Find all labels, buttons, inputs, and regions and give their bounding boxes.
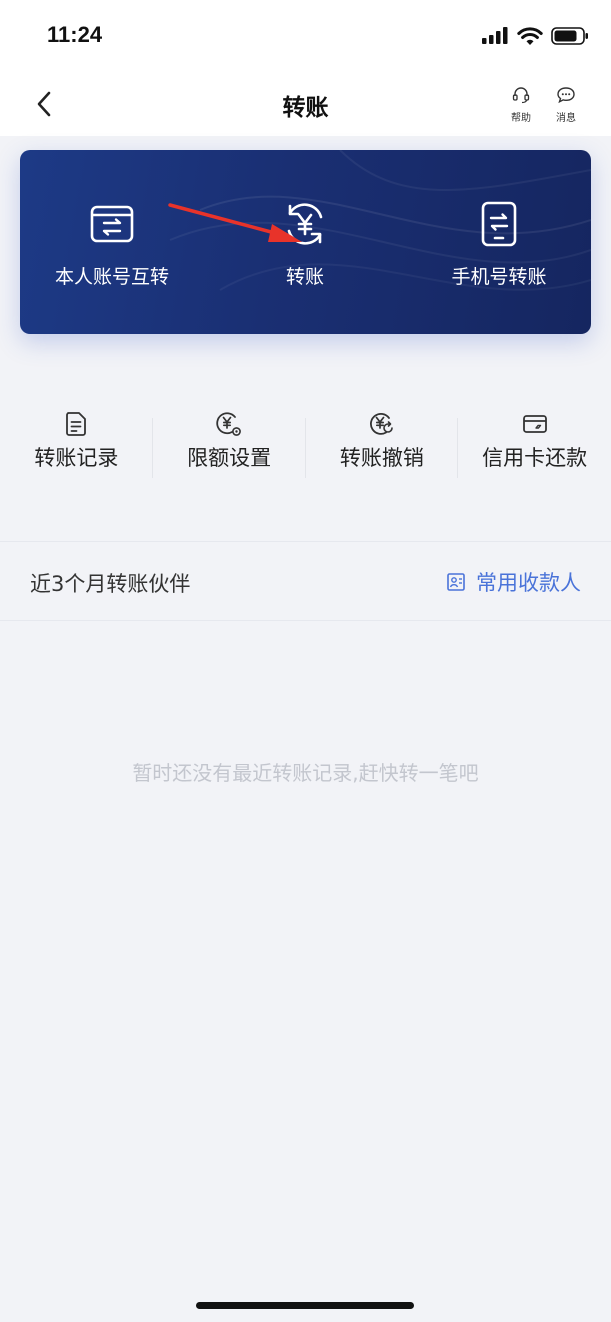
help-label: 帮助 xyxy=(511,113,531,124)
transfer-revoke-label: 转账撤销 xyxy=(339,446,424,470)
signal-icon xyxy=(482,27,508,44)
document-icon xyxy=(66,412,87,436)
headset-icon xyxy=(512,87,530,104)
status-time: 11:24 xyxy=(47,22,103,47)
yuan-undo-icon xyxy=(369,413,393,435)
home-indicator[interactable] xyxy=(196,1302,414,1309)
section-divider xyxy=(0,620,611,621)
own-account-transfer-button[interactable]: 本人账号互转 xyxy=(20,200,207,289)
transfer-banner: 本人账号互转 转账 手机号转账 xyxy=(20,150,591,334)
frequent-payees-label: 常用收款人 xyxy=(476,571,581,595)
transfer-label: 转账 xyxy=(285,266,324,288)
header-area: 11:24 转账 帮助 消息 xyxy=(0,0,611,136)
phone-transfer-label: 手机号转账 xyxy=(451,266,547,288)
own-account-transfer-label: 本人账号互转 xyxy=(54,266,169,288)
chat-bubble-icon xyxy=(557,87,575,104)
transfer-records-label: 转账记录 xyxy=(34,446,119,470)
status-icons xyxy=(481,24,589,48)
phone-transfer-button[interactable]: 手机号转账 xyxy=(404,200,591,289)
transfer-records-button[interactable]: 转账记录 xyxy=(0,410,153,480)
phone-transfer-icon xyxy=(481,201,517,247)
nav-bar: 转账 帮助 消息 xyxy=(0,72,611,136)
transfer-card-icon xyxy=(90,205,134,243)
message-label: 消息 xyxy=(556,113,576,124)
transfer-revoke-button[interactable]: 转账撤销 xyxy=(306,410,459,480)
partners-title: 近3个月转账伙伴 xyxy=(30,572,191,596)
transfer-button[interactable]: 转账 xyxy=(210,200,400,289)
limit-settings-button[interactable]: 限额设置 xyxy=(153,410,306,480)
wifi-icon xyxy=(517,26,543,45)
help-button[interactable]: 帮助 xyxy=(503,86,539,124)
limit-settings-label: 限额设置 xyxy=(187,446,272,470)
yuan-settings-icon xyxy=(216,412,242,436)
contacts-icon xyxy=(447,573,465,591)
credit-card-icon xyxy=(522,415,547,433)
credit-card-repayment-button[interactable]: 信用卡还款 xyxy=(458,410,611,480)
credit-card-repayment-label: 信用卡还款 xyxy=(482,446,588,470)
quick-actions: 转账记录 限额设置 转账撤销 信用卡还款 xyxy=(0,410,611,480)
message-button[interactable]: 消息 xyxy=(548,86,584,124)
battery-icon xyxy=(551,27,588,45)
yuan-exchange-icon xyxy=(287,203,323,245)
transfer-partners-header: 近3个月转账伙伴 常用收款人 xyxy=(0,542,611,620)
status-bar: 11:24 xyxy=(0,0,611,72)
frequent-payees-link[interactable]: 常用收款人 xyxy=(446,567,581,597)
empty-state-message: 暂时还没有最近转账记录,赶快转一笔吧 xyxy=(132,761,479,785)
